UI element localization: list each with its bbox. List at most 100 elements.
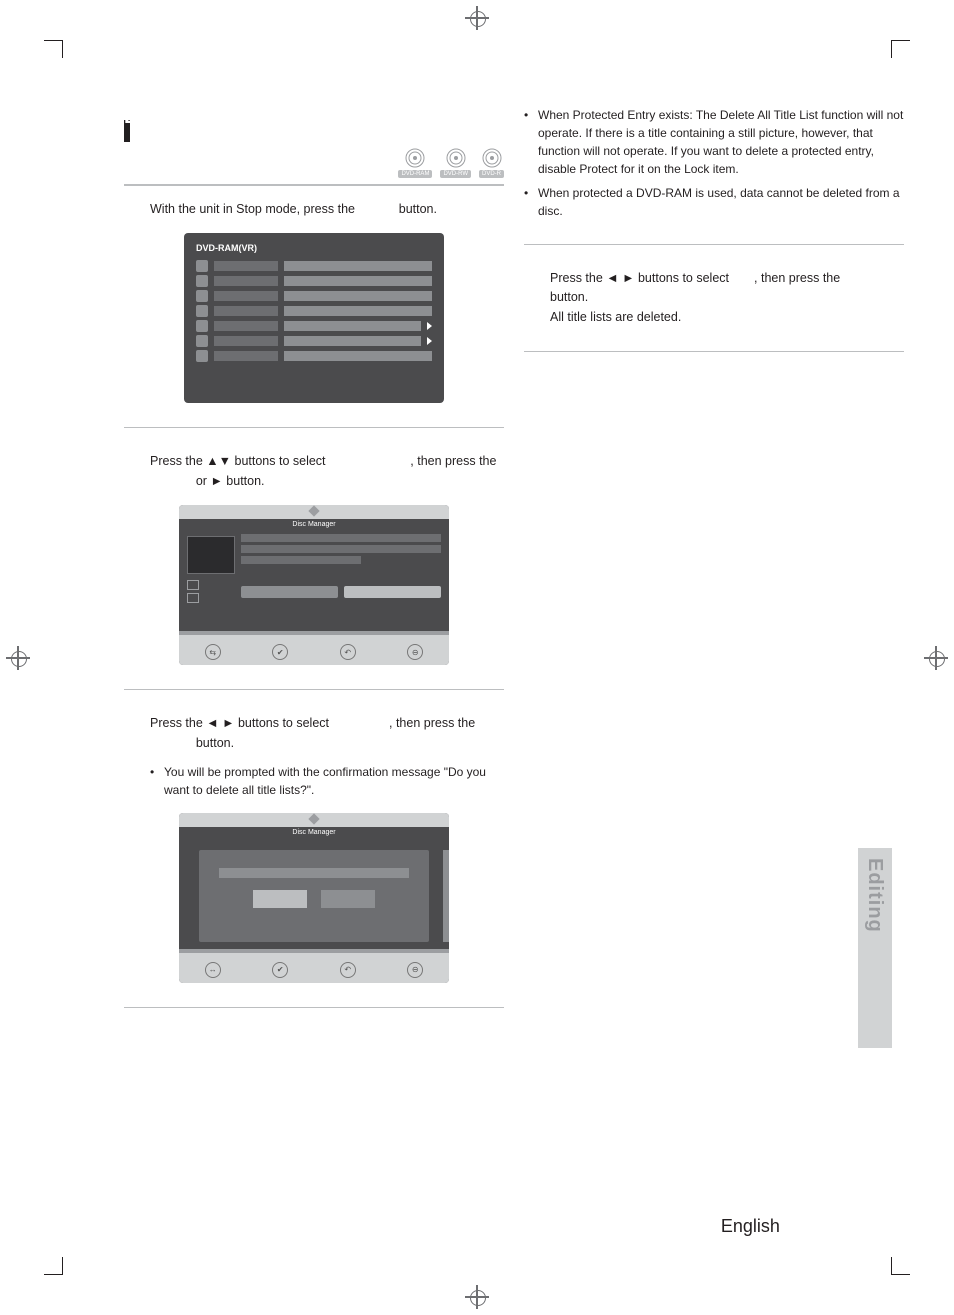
- step-text: button.: [223, 474, 265, 488]
- osd-thumbnail: [187, 536, 235, 574]
- lock-icon: [187, 580, 199, 590]
- step-2: 2 Press the ▲▼ buttons to select Disc Ma…: [124, 452, 504, 491]
- left-column: Deleting All Title Lists DVD-RAM DVD-RW …: [124, 106, 504, 1032]
- move-icon: ↔: [205, 962, 221, 978]
- note-item: When Protected Entry exists: The Delete …: [524, 106, 904, 178]
- footer-page-number: - 85: [791, 1216, 822, 1236]
- registration-mark-icon: [924, 646, 948, 670]
- menu-icon: [196, 260, 208, 272]
- return-icon: ↶: [340, 644, 356, 660]
- step-text: button.: [550, 290, 588, 304]
- osd-info-line: [241, 534, 441, 542]
- disc-label: DVD-RAM: [398, 170, 432, 178]
- step-text: , then press the: [410, 454, 496, 468]
- step-text: Press the: [150, 716, 206, 730]
- footer-language: English: [721, 1216, 780, 1236]
- step-number: 4: [524, 269, 533, 294]
- document-page: Deleting All Title Lists DVD-RAM DVD-RW …: [0, 0, 954, 1315]
- dialog-yes-button: [253, 890, 307, 908]
- exit-icon: ⊖: [407, 962, 423, 978]
- diamond-icon: [308, 505, 319, 516]
- crop-mark: [44, 40, 62, 41]
- select-icon: ✔: [272, 644, 288, 660]
- disc-badge: DVD-RAM: [398, 147, 432, 178]
- step-text: With the unit in Stop mode, press the: [150, 202, 358, 216]
- step-text: buttons to select: [635, 271, 733, 285]
- menu-icon: [196, 335, 208, 347]
- play-arrow-icon: ►: [210, 474, 222, 488]
- scroll-rail: [443, 850, 449, 942]
- disc-badge: DVD-RW: [440, 147, 471, 178]
- arrow-right-icon: [427, 322, 432, 330]
- osd-titlebar: [179, 505, 449, 519]
- osd-confirm-dialog: Disc Manager ↔ ✔ ↶: [179, 813, 449, 983]
- return-icon: ↶: [340, 962, 356, 978]
- button-name: ENTER: [150, 474, 192, 488]
- separator: [524, 244, 904, 245]
- crop-mark: [44, 1274, 62, 1275]
- osd-controls: ↔ ✔ ↶ ⊖: [179, 949, 449, 983]
- osd-controls: ⇆ ✔ ↶ ⊖: [179, 631, 449, 665]
- osd-main-menu: DVD-RAM(VR): [184, 233, 444, 403]
- section-title: Deleting All Title Lists: [124, 106, 504, 129]
- dialog-box: [199, 850, 429, 942]
- crop-mark: [62, 1257, 63, 1275]
- osd-info: [241, 534, 441, 567]
- up-down-arrows-icon: ▲▼: [206, 454, 231, 468]
- osd-heading: Disc Manager: [179, 827, 449, 838]
- disc-small-icon: [187, 593, 199, 603]
- step-number: 1: [124, 200, 133, 225]
- notes-list: When Protected Entry exists: The Delete …: [524, 106, 904, 220]
- crop-mark: [891, 1257, 892, 1275]
- osd-info-line: [241, 556, 361, 564]
- menu-icon: [196, 350, 208, 362]
- page-footer: English - 85: [721, 1216, 822, 1237]
- step-text: buttons to select: [231, 454, 329, 468]
- step-number: 2: [124, 452, 133, 477]
- exit-icon: ⊖: [407, 644, 423, 660]
- move-icon: ⇆: [205, 644, 221, 660]
- crop-mark: [892, 40, 910, 41]
- osd-selection-row: [241, 586, 441, 598]
- osd-title: DVD-RAM(VR): [196, 243, 432, 253]
- arrow-right-icon: [427, 337, 432, 345]
- rule: [124, 184, 504, 186]
- step-text: button.: [395, 202, 437, 216]
- sel-option: [241, 586, 338, 598]
- step-text: , then press the: [754, 271, 844, 285]
- menu-icon: [196, 275, 208, 287]
- sel-option-highlight: [344, 586, 441, 598]
- step-3: 3 Press the ◄ ► buttons to select Delete…: [124, 714, 504, 753]
- separator: [124, 689, 504, 690]
- osd-titlebar: [179, 813, 449, 827]
- registration-mark-icon: [465, 6, 489, 30]
- step-number: 3: [124, 714, 133, 739]
- separator: [524, 351, 904, 352]
- disc-badge: DVD-R: [479, 147, 504, 178]
- step-4: 4 Press the ◄ ► buttons to select Yes, t…: [524, 269, 904, 327]
- menu-icon: [196, 290, 208, 302]
- disc-icon: [404, 147, 426, 169]
- step-text: Press the: [150, 454, 206, 468]
- left-right-arrows-icon: ◄ ►: [606, 271, 634, 285]
- diamond-icon: [308, 813, 319, 824]
- disc-label: DVD-R: [479, 170, 504, 178]
- note-item: When protected a DVD-RAM is used, data c…: [524, 184, 904, 220]
- crop-mark: [891, 40, 892, 58]
- osd-menu-list: [196, 259, 432, 362]
- option-name: Yes: [732, 271, 754, 285]
- crop-mark: [892, 1274, 910, 1275]
- disc-label: DVD-RW: [440, 170, 471, 178]
- menu-icon: [196, 305, 208, 317]
- disc-icon: [481, 147, 503, 169]
- step-text: buttons to select: [235, 716, 333, 730]
- step-1: 1 With the unit in Stop mode, press the …: [124, 200, 504, 219]
- menu-value: [284, 261, 432, 271]
- disc-icon: [445, 147, 467, 169]
- page-body: Deleting All Title Lists DVD-RAM DVD-RW …: [62, 58, 892, 1257]
- button-name: MENU: [358, 202, 395, 216]
- osd-disc-manager: Disc Manager: [179, 505, 449, 665]
- separator: [124, 427, 504, 428]
- select-icon: ✔: [272, 962, 288, 978]
- side-tab-label: Editing: [863, 858, 886, 933]
